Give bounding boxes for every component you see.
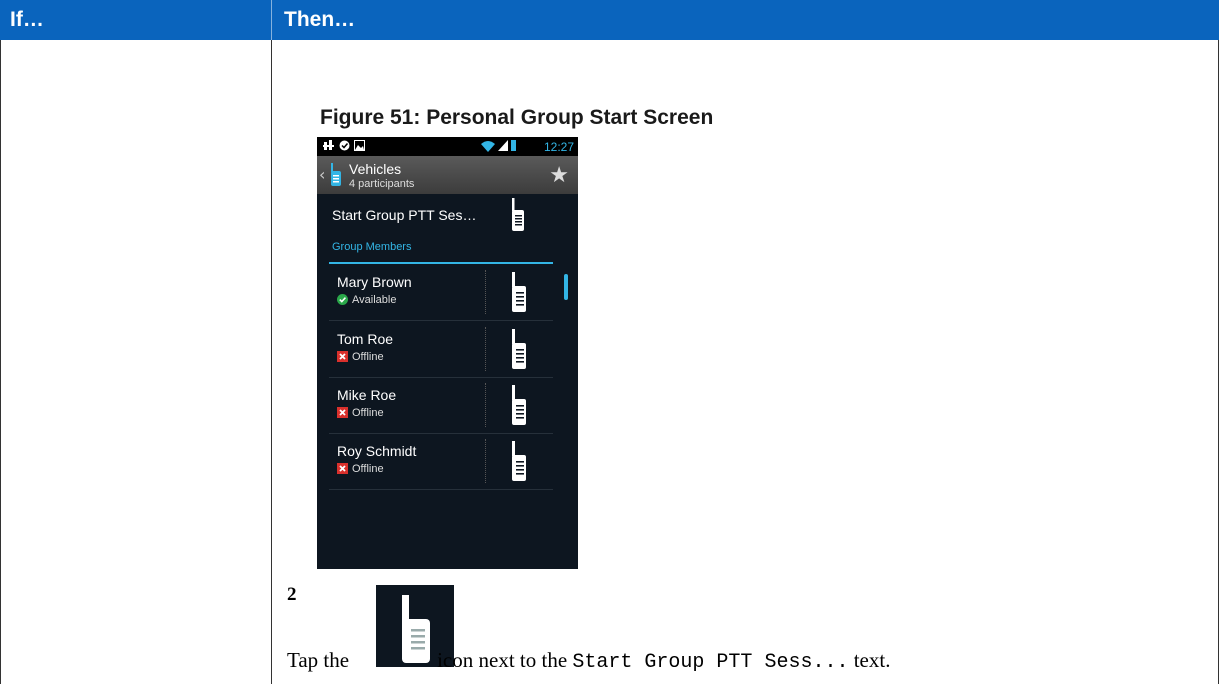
available-icon — [337, 294, 348, 305]
member-name: Roy Schmidt — [337, 443, 417, 459]
group-members-header: Group Members — [332, 241, 412, 253]
member-ptt-radio-icon[interactable] — [511, 385, 527, 425]
group-radio-icon — [331, 163, 341, 186]
member-ptt-radio-icon[interactable] — [511, 441, 527, 481]
step-text-before: Tap the — [287, 648, 350, 672]
procedure-table: If… Then… Figure 51: Personal Group Star… — [0, 0, 1219, 684]
group-title: Vehicles — [349, 161, 402, 177]
member-row[interactable]: Mary Brown Available — [329, 264, 553, 321]
status-time: 12:27 — [543, 140, 574, 154]
figure-title: Figure 51: Personal Group Start Screen — [320, 106, 714, 129]
action-bar: ‹ Vehicles 4 participants ★ — [317, 156, 578, 194]
start-group-ptt-row[interactable]: Start Group PTT Ses… — [317, 194, 578, 236]
header-divider — [271, 0, 272, 40]
member-status: Offline — [337, 463, 384, 475]
start-group-ptt-label: Start Group PTT Ses… — [332, 207, 477, 223]
member-name: Tom Roe — [337, 331, 394, 347]
member-ptt-radio-icon[interactable] — [511, 329, 527, 369]
member-status-text: Offline — [352, 407, 384, 419]
phone-screenshot: 12:27 ‹ Vehicles 4 participants ★ Start … — [317, 137, 578, 569]
member-row[interactable]: Tom Roe Offline — [329, 321, 553, 378]
scrollbar[interactable] — [564, 274, 568, 300]
member-status-text: Offline — [352, 351, 384, 363]
app-notification-icon — [323, 140, 334, 150]
offline-icon — [337, 407, 348, 418]
member-status-text: Available — [352, 294, 397, 306]
step-instruction: Tap the icon next to the Start Group PTT … — [287, 648, 890, 674]
offline-icon — [337, 463, 348, 474]
check-notification-icon — [339, 140, 350, 151]
ptt-radio-icon[interactable] — [511, 198, 525, 232]
row-divider — [485, 270, 486, 314]
member-name: Mary Brown — [337, 274, 412, 290]
member-row[interactable]: Mike Roe Offline — [329, 377, 553, 434]
table-border-left — [0, 40, 1, 684]
step-code: Start Group PTT Sess... — [572, 651, 849, 674]
offline-icon — [337, 351, 348, 362]
step-number: 2 — [287, 584, 297, 605]
row-divider — [485, 383, 486, 427]
member-status-text: Offline — [352, 463, 384, 475]
star-icon[interactable]: ★ — [549, 163, 569, 188]
header-if: If… — [10, 8, 44, 31]
header-then: Then… — [284, 8, 356, 31]
member-ptt-radio-icon[interactable] — [511, 272, 527, 312]
signal-icon — [498, 140, 508, 151]
row-divider — [485, 327, 486, 371]
battery-icon — [511, 140, 516, 151]
status-bar: 12:27 — [317, 137, 578, 156]
wifi-icon — [481, 141, 495, 152]
image-notification-icon — [354, 140, 365, 151]
table-header: If… Then… — [0, 0, 1219, 40]
member-name: Mike Roe — [337, 387, 397, 403]
row-separator — [329, 489, 553, 490]
member-status: Offline — [337, 407, 384, 419]
table-border-right — [1218, 40, 1219, 684]
step-text-middle: icon next to the — [437, 648, 568, 672]
member-status: Offline — [337, 351, 384, 363]
member-status: Available — [337, 294, 396, 306]
table-border-middle — [271, 40, 272, 684]
row-divider — [485, 439, 486, 483]
member-row[interactable]: Roy Schmidt Offline — [329, 433, 553, 490]
step-text-after: text. — [853, 648, 891, 672]
participants-count: 4 participants — [349, 178, 415, 190]
back-chevron-icon[interactable]: ‹ — [319, 165, 325, 184]
